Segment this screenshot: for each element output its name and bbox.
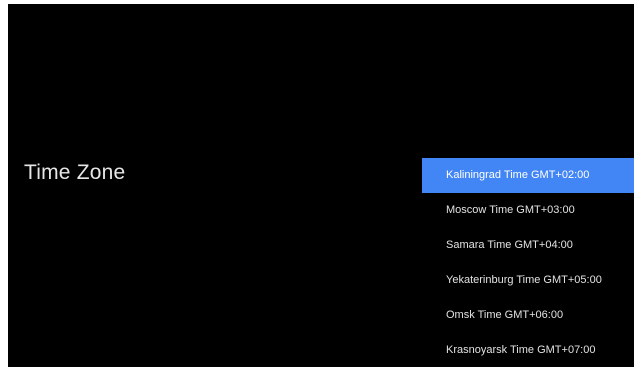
time-zone-item-krasnoyarsk[interactable]: Krasnoyarsk Time GMT+07:00 bbox=[422, 333, 634, 367]
time-zone-item-yekaterinburg[interactable]: Yekaterinburg Time GMT+05:00 bbox=[422, 263, 634, 298]
time-zone-item-omsk[interactable]: Omsk Time GMT+06:00 bbox=[422, 298, 634, 333]
time-zone-list: Kaliningrad Time GMT+02:00 Moscow Time G… bbox=[422, 158, 634, 367]
time-zone-item-samara[interactable]: Samara Time GMT+04:00 bbox=[422, 228, 634, 263]
tv-settings-screen: Time Zone Kaliningrad Time GMT+02:00 Mos… bbox=[8, 4, 634, 367]
page-title: Time Zone bbox=[24, 161, 126, 184]
time-zone-item-moscow[interactable]: Moscow Time GMT+03:00 bbox=[422, 193, 634, 228]
time-zone-item-kaliningrad[interactable]: Kaliningrad Time GMT+02:00 bbox=[422, 158, 634, 193]
